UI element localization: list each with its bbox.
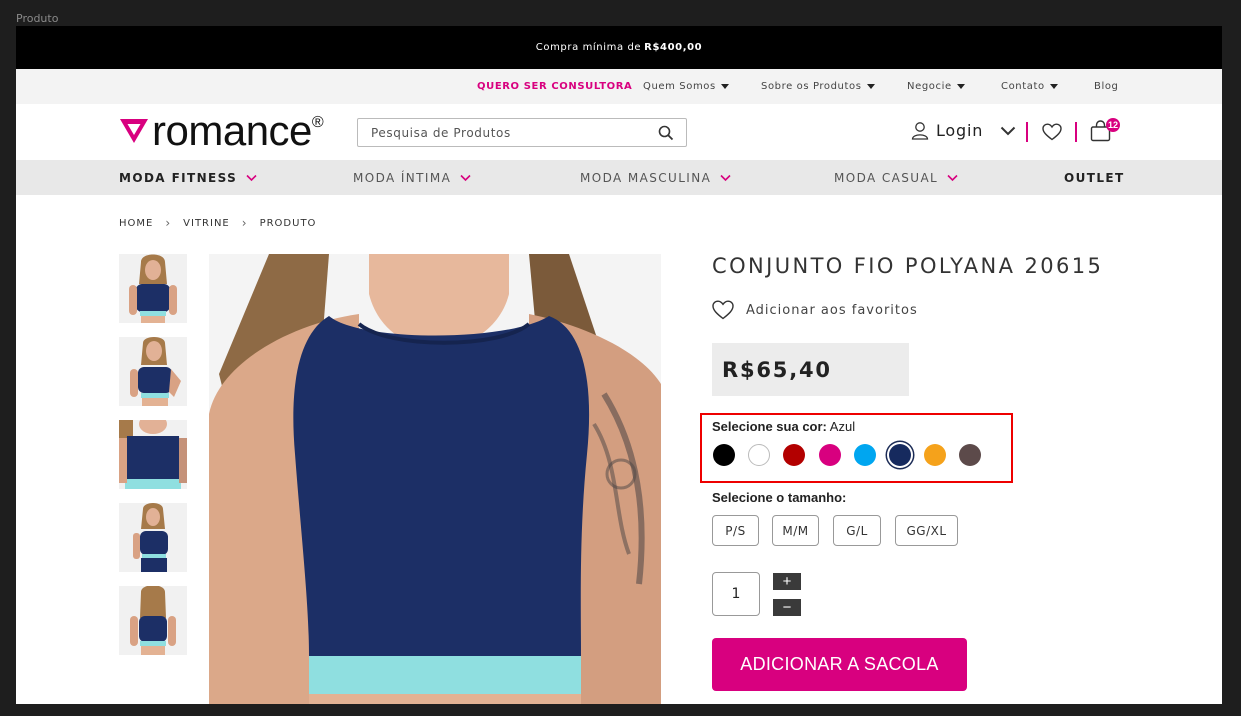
selected-color-name: Azul <box>829 419 856 434</box>
login-label: Login <box>936 121 984 140</box>
product-thumbnail[interactable] <box>119 503 187 572</box>
color-swatch[interactable] <box>853 444 876 466</box>
breadcrumb: HOME › VITRINE › PRODUTO <box>119 216 316 230</box>
thumbnail-image <box>119 503 187 572</box>
chevron-down-icon <box>460 174 471 182</box>
cart-count-badge: 12 <box>1106 118 1120 132</box>
heart-icon[interactable] <box>1042 123 1062 141</box>
quantity-increase-button[interactable]: + <box>773 573 801 590</box>
nav-moda-casual[interactable]: MODA CASUAL <box>834 171 958 185</box>
product-thumbnail[interactable] <box>119 420 187 489</box>
caret-down-icon <box>956 84 965 89</box>
nav-outlet[interactable]: OUTLET <box>1064 171 1125 185</box>
logo-registered: ® <box>311 114 324 131</box>
sobre-produtos-label: Sobre os Produtos <box>761 81 862 92</box>
thumbnail-image <box>119 420 187 489</box>
caret-down-icon <box>720 84 729 89</box>
user-icon <box>911 122 929 140</box>
thumbnail-image <box>119 254 187 323</box>
add-to-favorites-label: Adicionar aos favoritos <box>746 302 918 318</box>
chevron-right-icon: › <box>165 216 172 230</box>
product-photo <box>209 254 661 704</box>
nav-moda-fitness-label: MODA FITNESS <box>119 171 238 185</box>
quem-somos-menu[interactable]: Quem Somos <box>643 81 729 92</box>
size-button-ps[interactable]: P/S <box>712 515 759 546</box>
negocie-menu[interactable]: Negocie <box>907 81 965 92</box>
chevron-right-icon: › <box>241 216 248 230</box>
divider <box>1026 122 1028 142</box>
search-icon[interactable] <box>658 125 674 141</box>
contato-label: Contato <box>1001 81 1045 92</box>
nav-moda-masculina-label: MODA MASCULINA <box>580 171 712 185</box>
quem-somos-label: Quem Somos <box>643 81 716 92</box>
color-selector-label: Selecione sua cor: Azul <box>712 419 855 434</box>
contato-menu[interactable]: Contato <box>1001 81 1058 92</box>
color-label-text: Selecione sua cor: <box>712 419 827 434</box>
divider <box>1075 122 1077 142</box>
caret-down-icon <box>866 84 875 89</box>
breadcrumb-vitrine[interactable]: VITRINE <box>183 218 230 229</box>
nav-moda-fitness[interactable]: MODA FITNESS <box>119 171 257 185</box>
window-title: Produto <box>16 12 59 25</box>
breadcrumb-produto: PRODUTO <box>259 217 317 229</box>
login-menu[interactable]: Login <box>911 121 1016 140</box>
blog-link[interactable]: Blog <box>1094 81 1119 92</box>
site-header: romance ® Login <box>16 104 1222 160</box>
size-selector-label: Selecione o tamanho: <box>712 490 847 505</box>
quantity-input[interactable]: 1 <box>712 572 760 616</box>
category-nav: MODA FITNESS MODA ÍNTIMA MODA MASCULINA … <box>16 160 1222 195</box>
logo-text: romance <box>152 107 312 154</box>
promo-bar: Compra mínima de R$400,00 <box>16 26 1222 69</box>
nav-moda-intima-label: MODA ÍNTIMA <box>353 171 452 185</box>
chevron-down-icon <box>1000 126 1016 135</box>
promo-amount: R$400,00 <box>644 42 703 53</box>
thumbnail-image <box>119 337 187 406</box>
search-input[interactable] <box>371 125 641 140</box>
consultora-link[interactable]: QUERO SER CONSULTORA <box>477 81 632 92</box>
product-thumbnail[interactable] <box>119 254 187 323</box>
negocie-label: Negocie <box>907 81 952 92</box>
promo-text: Compra mínima de <box>535 42 642 53</box>
color-swatch[interactable] <box>818 444 841 466</box>
brand-logo[interactable]: romance ® <box>118 110 324 152</box>
thumbnail-image <box>119 586 187 655</box>
nav-moda-casual-label: MODA CASUAL <box>834 171 939 185</box>
product-thumbnail[interactable] <box>119 586 187 655</box>
sobre-produtos-menu[interactable]: Sobre os Produtos <box>761 81 875 92</box>
color-swatch[interactable] <box>889 444 911 466</box>
breadcrumb-home[interactable]: HOME <box>119 218 153 229</box>
color-swatch[interactable] <box>713 444 735 466</box>
product-price: R$65,40 <box>712 343 909 396</box>
size-button-mm[interactable]: M/M <box>772 515 819 546</box>
heart-logo-icon <box>120 119 148 143</box>
product-thumbnail[interactable] <box>119 337 187 406</box>
page: Compra mínima de R$400,00 QUERO SER CONS… <box>16 26 1222 704</box>
nav-moda-intima[interactable]: MODA ÍNTIMA <box>353 171 471 185</box>
utility-nav: QUERO SER CONSULTORA Quem Somos Sobre os… <box>16 69 1222 104</box>
search-box <box>357 118 687 147</box>
size-button-gl[interactable]: G/L <box>833 515 881 546</box>
quantity-decrease-button[interactable]: − <box>773 599 801 616</box>
add-to-bag-button[interactable]: ADICIONAR A SACOLA <box>712 638 967 691</box>
chevron-down-icon <box>720 174 731 182</box>
product-main-image <box>209 254 661 704</box>
chevron-down-icon <box>947 174 958 182</box>
size-button-ggxl[interactable]: GG/XL <box>895 515 958 546</box>
heart-icon <box>712 300 734 320</box>
nav-moda-masculina[interactable]: MODA MASCULINA <box>580 171 731 185</box>
chevron-down-icon <box>246 174 257 182</box>
add-to-favorites[interactable]: Adicionar aos favoritos <box>712 300 918 320</box>
caret-down-icon <box>1049 84 1058 89</box>
product-title: CONJUNTO FIO POLYANA 20615 <box>712 254 1104 278</box>
